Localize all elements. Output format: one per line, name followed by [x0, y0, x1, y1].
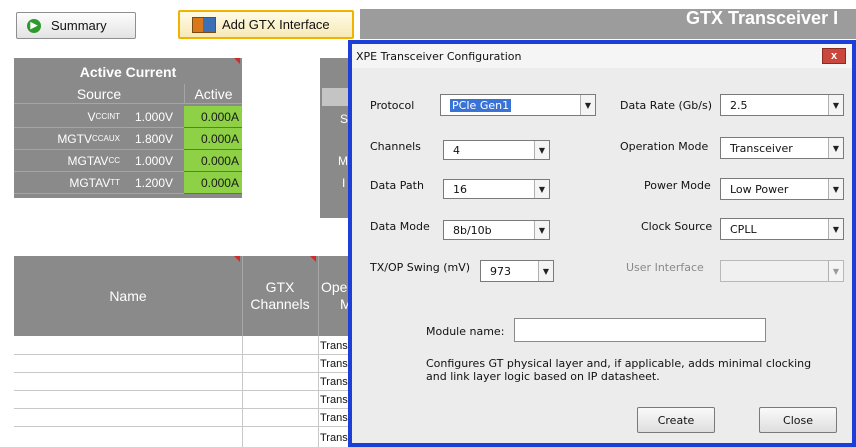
table-row[interactable]: Trans [320, 432, 348, 444]
source-voltage: 1.000V [124, 150, 184, 172]
channels-label: Channels [370, 140, 421, 153]
operation-mode-label: Operation Mode [620, 140, 709, 153]
create-button[interactable]: Create [637, 407, 715, 433]
grid-line [14, 408, 360, 409]
data-rate-label: Data Rate (Gb/s) [620, 99, 713, 112]
source-voltage: 1.800V [124, 128, 184, 150]
tx-swing-label: TX/OP Swing (mV) [370, 261, 471, 274]
summary-button[interactable]: ▶ Summary [16, 12, 136, 39]
user-interface-label: User Interface [626, 261, 704, 274]
user-interface-select: ▼ [720, 260, 844, 282]
active-value: 0.000A [184, 172, 242, 194]
gtx-column-header: GTX [265, 279, 295, 295]
data-mode-value: 8b/10b [453, 223, 492, 237]
comment-marker [310, 256, 316, 262]
operation-column-header: Ope [321, 279, 348, 295]
data-path-label: Data Path [370, 179, 424, 192]
source-header: Source [14, 84, 184, 104]
active-header: Active [184, 84, 242, 104]
data-mode-label: Data Mode [370, 220, 430, 233]
active-value: 0.000A [184, 128, 242, 150]
chevron-down-icon: ▼ [828, 138, 843, 158]
chevron-down-icon: ▼ [534, 221, 549, 239]
chevron-down-icon: ▼ [828, 219, 843, 239]
grid-line [14, 354, 360, 355]
tx-swing-select[interactable]: 973 ▼ [480, 260, 554, 282]
table-row[interactable]: Trans [320, 412, 348, 424]
close-icon[interactable]: x [822, 48, 846, 64]
description-line-2: and link layer logic based on IP datashe… [426, 370, 660, 383]
column-divider [318, 256, 319, 336]
protocol-value: PCIe Gen1 [450, 98, 512, 112]
power-mode-select[interactable]: Low Power ▼ [720, 178, 844, 200]
active-value: 0.000A [184, 106, 242, 128]
chevron-down-icon: ▼ [538, 261, 553, 281]
comment-marker [234, 256, 240, 262]
power-mode-value: Low Power [730, 182, 789, 196]
module-name-label: Module name: [426, 325, 505, 338]
add-gtx-interface-button[interactable]: Add GTX Interface [178, 10, 354, 39]
summary-label: Summary [51, 18, 107, 33]
play-arrow-icon: ▶ [27, 18, 41, 33]
xpe-config-dialog: XPE Transceiver Configuration x Protocol… [348, 40, 856, 447]
data-path-value: 16 [453, 182, 467, 196]
table-row[interactable]: Trans [320, 358, 348, 370]
chevron-down-icon: ▼ [534, 141, 549, 159]
source-name: MGTV CCAUX [14, 128, 124, 150]
chevron-down-icon: ▼ [828, 95, 843, 115]
comment-marker [234, 58, 240, 64]
table-row[interactable]: Trans [320, 376, 348, 388]
data-rate-value: 2.5 [730, 98, 748, 112]
table-row[interactable]: Trans [320, 394, 348, 406]
transceiver-icon [192, 16, 216, 33]
power-mode-label: Power Mode [644, 179, 711, 192]
data-path-select[interactable]: 16 ▼ [443, 179, 550, 199]
table-row[interactable]: Trans [320, 340, 348, 352]
close-button[interactable]: Close [759, 407, 837, 433]
active-current-title: Active Current [79, 64, 177, 80]
channels-value: 4 [453, 143, 460, 157]
clock-source-value: CPLL [730, 222, 757, 236]
source-name: V CCINT [14, 106, 124, 128]
chevron-down-icon: ▼ [580, 95, 595, 115]
operation-mode-select[interactable]: Transceiver ▼ [720, 137, 844, 159]
user-interface-value [721, 261, 828, 281]
module-name-input[interactable] [514, 318, 766, 342]
source-voltage: 1.000V [124, 106, 184, 128]
chevron-down-icon: ▼ [828, 261, 843, 281]
source-name: MGTAV TT [14, 172, 124, 194]
dialog-title: XPE Transceiver Configuration [352, 44, 852, 68]
channels-column-header: Channels [250, 296, 310, 312]
protocol-select[interactable]: PCIe Gen1 ▼ [440, 94, 596, 116]
chevron-down-icon: ▼ [828, 179, 843, 199]
data-rate-select[interactable]: 2.5 ▼ [720, 94, 844, 116]
source-name: MGTAV CC [14, 150, 124, 172]
channels-select[interactable]: 4 ▼ [443, 140, 550, 160]
grid-line [14, 426, 360, 427]
grid-line [14, 390, 360, 391]
add-gtx-label: Add GTX Interface [222, 17, 330, 32]
grid-line [242, 336, 243, 447]
chevron-down-icon: ▼ [534, 180, 549, 198]
data-mode-select[interactable]: 8b/10b ▼ [443, 220, 550, 240]
description-line-1: Configures GT physical layer and, if app… [426, 357, 812, 370]
tx-swing-value: 973 [490, 264, 511, 278]
grid-line [14, 372, 360, 373]
source-voltage: 1.200V [124, 172, 184, 194]
name-column-header: Name [109, 288, 147, 304]
table-body [14, 336, 360, 447]
grid-line [318, 336, 319, 447]
clock-source-label: Clock Source [641, 220, 713, 233]
page-title: GTX Transceiver I [686, 8, 839, 28]
protocol-label: Protocol [370, 99, 415, 112]
active-value: 0.000A [184, 150, 242, 172]
operation-mode-value: Transceiver [730, 141, 793, 155]
clock-source-select[interactable]: CPLL ▼ [720, 218, 844, 240]
